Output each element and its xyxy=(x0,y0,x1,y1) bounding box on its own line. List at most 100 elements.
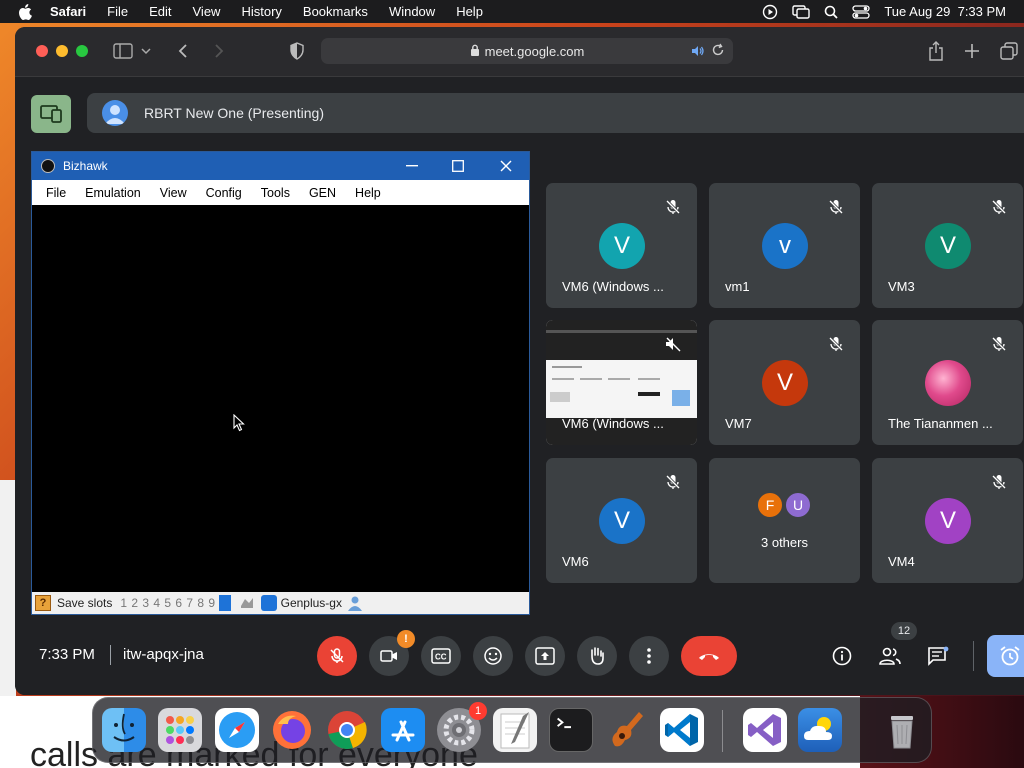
participant-tile[interactable]: v vm1 xyxy=(709,183,860,308)
hand-icon xyxy=(591,647,604,665)
participant-avatar: v xyxy=(762,223,808,269)
minimize-icon[interactable] xyxy=(402,156,422,176)
app-store-icon[interactable] xyxy=(381,708,425,752)
others-tile[interactable]: F U 3 others xyxy=(709,458,860,583)
participant-avatar: V xyxy=(599,498,645,544)
now-playing-icon[interactable] xyxy=(762,4,778,20)
presentation-layout-button[interactable] xyxy=(31,95,71,133)
meeting-details-button[interactable] xyxy=(824,638,860,674)
sidebar-toggle-icon[interactable] xyxy=(111,39,135,63)
meeting-code: itw-apqx-jna xyxy=(123,646,204,663)
vscode-icon[interactable] xyxy=(660,708,704,752)
apple-menu-icon[interactable] xyxy=(18,3,36,20)
menu-history[interactable]: History xyxy=(241,4,281,19)
bz-menu-emulation[interactable]: Emulation xyxy=(85,186,141,200)
divider xyxy=(110,645,111,665)
bizhawk-window[interactable]: Bizhawk File Emulation View Config Tools… xyxy=(31,151,530,615)
captions-button[interactable]: CC xyxy=(421,636,461,676)
mic-off-icon xyxy=(991,474,1007,490)
participant-tile[interactable]: V VM6 xyxy=(546,458,697,583)
bizhawk-logo-icon xyxy=(41,159,55,173)
zoom-window-button[interactable] xyxy=(76,45,88,57)
participant-tile-screenshare[interactable]: VM6 (Windows ... xyxy=(546,320,697,445)
bz-menu-config[interactable]: Config xyxy=(206,186,242,200)
maximize-icon[interactable] xyxy=(448,156,468,176)
mic-off-icon xyxy=(991,199,1007,215)
chrome-icon[interactable] xyxy=(325,708,369,752)
close-icon[interactable] xyxy=(496,156,516,176)
chevron-down-icon[interactable] xyxy=(139,39,153,63)
emulator-screen[interactable] xyxy=(32,205,529,594)
participant-name: The Tiananmen ... xyxy=(888,416,993,431)
address-bar[interactable]: meet.google.com xyxy=(321,38,733,64)
textedit-icon[interactable] xyxy=(493,708,537,752)
reload-icon[interactable] xyxy=(711,43,725,60)
bz-menu-view[interactable]: View xyxy=(160,186,187,200)
menubar-clock[interactable]: Tue Aug 29 7:33 PM xyxy=(884,4,1006,19)
participant-tile[interactable]: V VM3 xyxy=(872,183,1023,308)
lock-icon xyxy=(470,44,480,59)
bz-menu-tools[interactable]: Tools xyxy=(261,186,290,200)
trash-icon[interactable] xyxy=(880,708,924,752)
save-slots-label: Save slots xyxy=(57,596,113,610)
firefox-icon[interactable] xyxy=(270,708,314,752)
dock-separator xyxy=(722,710,723,752)
close-window-button[interactable] xyxy=(36,45,48,57)
participant-tile[interactable]: V VM4 xyxy=(872,458,1023,583)
minimize-window-button[interactable] xyxy=(56,45,68,57)
leave-call-button[interactable] xyxy=(681,636,737,676)
user-icon xyxy=(347,595,363,611)
raise-hand-button[interactable] xyxy=(577,636,617,676)
macos-menubar: Safari File Edit View History Bookmarks … xyxy=(0,0,1024,23)
microphone-toggle-button[interactable] xyxy=(317,636,357,676)
camera-toggle-button[interactable]: ! xyxy=(369,630,415,676)
launchpad-icon[interactable] xyxy=(158,708,202,752)
terminal-icon[interactable] xyxy=(549,708,593,752)
participant-tile[interactable]: V VM6 (Windows ... xyxy=(546,183,697,308)
weather-icon[interactable] xyxy=(798,708,842,752)
mic-off-icon xyxy=(665,199,681,215)
privacy-shield-icon[interactable] xyxy=(285,39,309,63)
screen-mirroring-icon[interactable] xyxy=(792,4,811,19)
safari-icon[interactable] xyxy=(215,708,259,752)
help-question-icon: ? xyxy=(35,595,51,611)
activities-button[interactable] xyxy=(987,635,1024,677)
audio-playing-icon[interactable] xyxy=(691,44,705,61)
meet-area: RBRT New One (Presenting) Bizhawk File E… xyxy=(15,78,1024,695)
bz-menu-help[interactable]: Help xyxy=(355,186,381,200)
new-tab-icon[interactable] xyxy=(960,39,984,63)
bizhawk-statusbar: ? Save slots 1 2 3 4 5 6 7 8 9 Genplus-g… xyxy=(32,592,529,614)
meeting-time: 7:33 PM xyxy=(39,646,95,663)
garageband-icon[interactable] xyxy=(605,708,649,752)
people-button[interactable] xyxy=(872,638,908,674)
menu-app-name[interactable]: Safari xyxy=(50,4,86,19)
menu-window[interactable]: Window xyxy=(389,4,435,19)
bizhawk-menubar: File Emulation View Config Tools GEN Hel… xyxy=(32,180,529,205)
participant-photo-avatar xyxy=(925,360,971,406)
other-participant-avatar: U xyxy=(784,491,812,519)
reactions-button[interactable] xyxy=(473,636,513,676)
forward-arrow-icon[interactable] xyxy=(207,39,231,63)
control-center-icon[interactable] xyxy=(852,4,870,19)
more-options-button[interactable] xyxy=(629,636,669,676)
menu-view[interactable]: View xyxy=(193,4,221,19)
present-now-button[interactable] xyxy=(525,636,565,676)
spotlight-search-icon[interactable] xyxy=(824,5,838,19)
tab-overview-icon[interactable] xyxy=(997,39,1021,63)
finder-icon[interactable] xyxy=(102,708,146,752)
menu-file[interactable]: File xyxy=(107,4,128,19)
share-icon[interactable] xyxy=(924,39,948,63)
camera-warning-badge: ! xyxy=(397,630,415,648)
menu-edit[interactable]: Edit xyxy=(149,4,171,19)
visual-studio-icon[interactable] xyxy=(743,708,787,752)
mic-off-icon xyxy=(665,474,681,490)
chat-button[interactable] xyxy=(920,638,956,674)
menu-help[interactable]: Help xyxy=(456,4,483,19)
menu-bookmarks[interactable]: Bookmarks xyxy=(303,4,368,19)
back-arrow-icon[interactable] xyxy=(171,39,195,63)
bz-menu-file[interactable]: File xyxy=(46,186,66,200)
participant-tile[interactable]: The Tiananmen ... xyxy=(872,320,1023,445)
save-slot-numbers[interactable]: 1 2 3 4 5 6 7 8 9 xyxy=(120,596,215,610)
participant-tile[interactable]: V VM7 xyxy=(709,320,860,445)
bz-menu-gen[interactable]: GEN xyxy=(309,186,336,200)
